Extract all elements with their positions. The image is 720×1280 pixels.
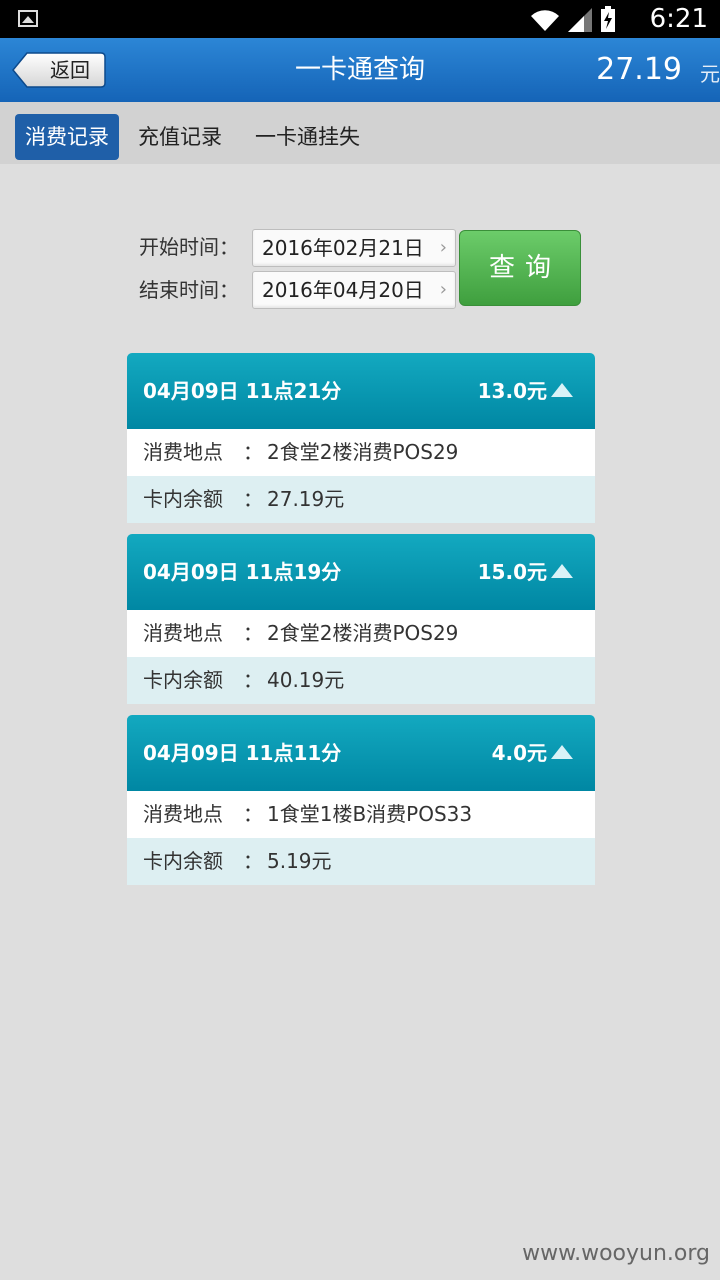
balance-value: 27.19元 xyxy=(267,487,345,511)
location-label: 消费地点 xyxy=(143,440,223,464)
card-balance: 27.19 xyxy=(596,52,682,87)
location-label: 消费地点 xyxy=(143,621,223,645)
record-location-row: 消费地点 ： 2食堂2楼消费POS29 xyxy=(127,429,595,476)
end-date-value: 2016年04月20日 xyxy=(262,278,424,302)
record-amount: 15.0元 xyxy=(477,560,547,584)
record-datetime: 04月09日 11点19分 xyxy=(143,560,342,584)
collapse-triangle-icon[interactable] xyxy=(551,745,573,759)
back-button-label: 返回 xyxy=(50,58,90,82)
record-header[interactable]: 04月09日 11点21分 13.0元 xyxy=(127,353,595,429)
location-label: 消费地点 xyxy=(143,802,223,826)
record-amount: 4.0元 xyxy=(491,741,547,765)
record-location-row: 消费地点 ： 2食堂2楼消费POS29 xyxy=(127,610,595,657)
balance-label: 卡内余额 xyxy=(143,668,223,692)
record-datetime: 04月09日 11点21分 xyxy=(143,379,342,403)
collapse-triangle-icon[interactable] xyxy=(551,383,573,397)
tab-recharge-records[interactable]: 充值记录 xyxy=(128,114,232,160)
end-time-label: 结束时间： xyxy=(139,278,239,302)
gallery-notification-icon xyxy=(18,10,38,27)
end-date-picker[interactable]: 2016年04月20日 › xyxy=(252,271,456,309)
collapse-triangle-icon[interactable] xyxy=(551,564,573,578)
record-balance-row: 卡内余额 ： 27.19元 xyxy=(127,476,595,523)
colon: ： xyxy=(243,440,263,464)
start-date-value: 2016年02月21日 xyxy=(262,236,424,260)
status-time: 6:21 xyxy=(649,4,708,34)
signal-icon xyxy=(568,8,592,32)
record-header[interactable]: 04月09日 11点11分 4.0元 xyxy=(127,715,595,791)
tab-card-report-loss[interactable]: 一卡通挂失 xyxy=(245,114,370,160)
balance-label: 卡内余额 xyxy=(143,849,223,873)
record-header[interactable]: 04月09日 11点19分 15.0元 xyxy=(127,534,595,610)
record-datetime: 04月09日 11点11分 xyxy=(143,741,342,765)
colon: ： xyxy=(243,621,263,645)
colon: ： xyxy=(243,668,263,692)
page-title: 一卡通查询 xyxy=(294,55,425,85)
battery-charging-icon xyxy=(601,6,615,32)
location-value: 2食堂2楼消费POS29 xyxy=(267,621,459,645)
tab-bar: 消费记录 充值记录 一卡通挂失 xyxy=(0,102,720,164)
record-card: 04月09日 11点11分 4.0元 消费地点 ： 1食堂1楼B消费POS33 … xyxy=(127,715,595,885)
record-amount: 13.0元 xyxy=(477,379,547,403)
record-card: 04月09日 11点21分 13.0元 消费地点 ： 2食堂2楼消费POS29 … xyxy=(127,353,595,523)
chevron-right-icon: › xyxy=(439,237,447,258)
record-location-row: 消费地点 ： 1食堂1楼B消费POS33 xyxy=(127,791,595,838)
start-time-label: 开始时间： xyxy=(139,235,239,259)
card-balance-unit: 元 xyxy=(700,62,720,86)
watermark: www.wooyun.org xyxy=(522,1241,710,1266)
balance-value: 5.19元 xyxy=(267,849,332,873)
colon: ： xyxy=(243,849,263,873)
colon: ： xyxy=(243,802,263,826)
location-value: 1食堂1楼B消费POS33 xyxy=(267,802,473,826)
start-date-picker[interactable]: 2016年02月21日 › xyxy=(252,229,456,267)
tab-consumption-records[interactable]: 消费记录 xyxy=(15,114,119,160)
balance-value: 40.19元 xyxy=(267,668,345,692)
title-bar: 返回 一卡通查询 27.19 元 xyxy=(0,38,720,103)
back-button[interactable]: 返回 xyxy=(12,52,106,88)
location-value: 2食堂2楼消费POS29 xyxy=(267,440,459,464)
record-card: 04月09日 11点19分 15.0元 消费地点 ： 2食堂2楼消费POS29 … xyxy=(127,534,595,704)
record-balance-row: 卡内余额 ： 40.19元 xyxy=(127,657,595,704)
wifi-icon xyxy=(531,10,559,31)
colon: ： xyxy=(243,487,263,511)
query-button[interactable]: 查询 xyxy=(459,230,581,306)
chevron-right-icon: › xyxy=(439,279,447,300)
status-bar: 6:21 xyxy=(0,0,720,38)
record-balance-row: 卡内余额 ： 5.19元 xyxy=(127,838,595,885)
status-icons xyxy=(530,6,616,32)
balance-label: 卡内余额 xyxy=(143,487,223,511)
